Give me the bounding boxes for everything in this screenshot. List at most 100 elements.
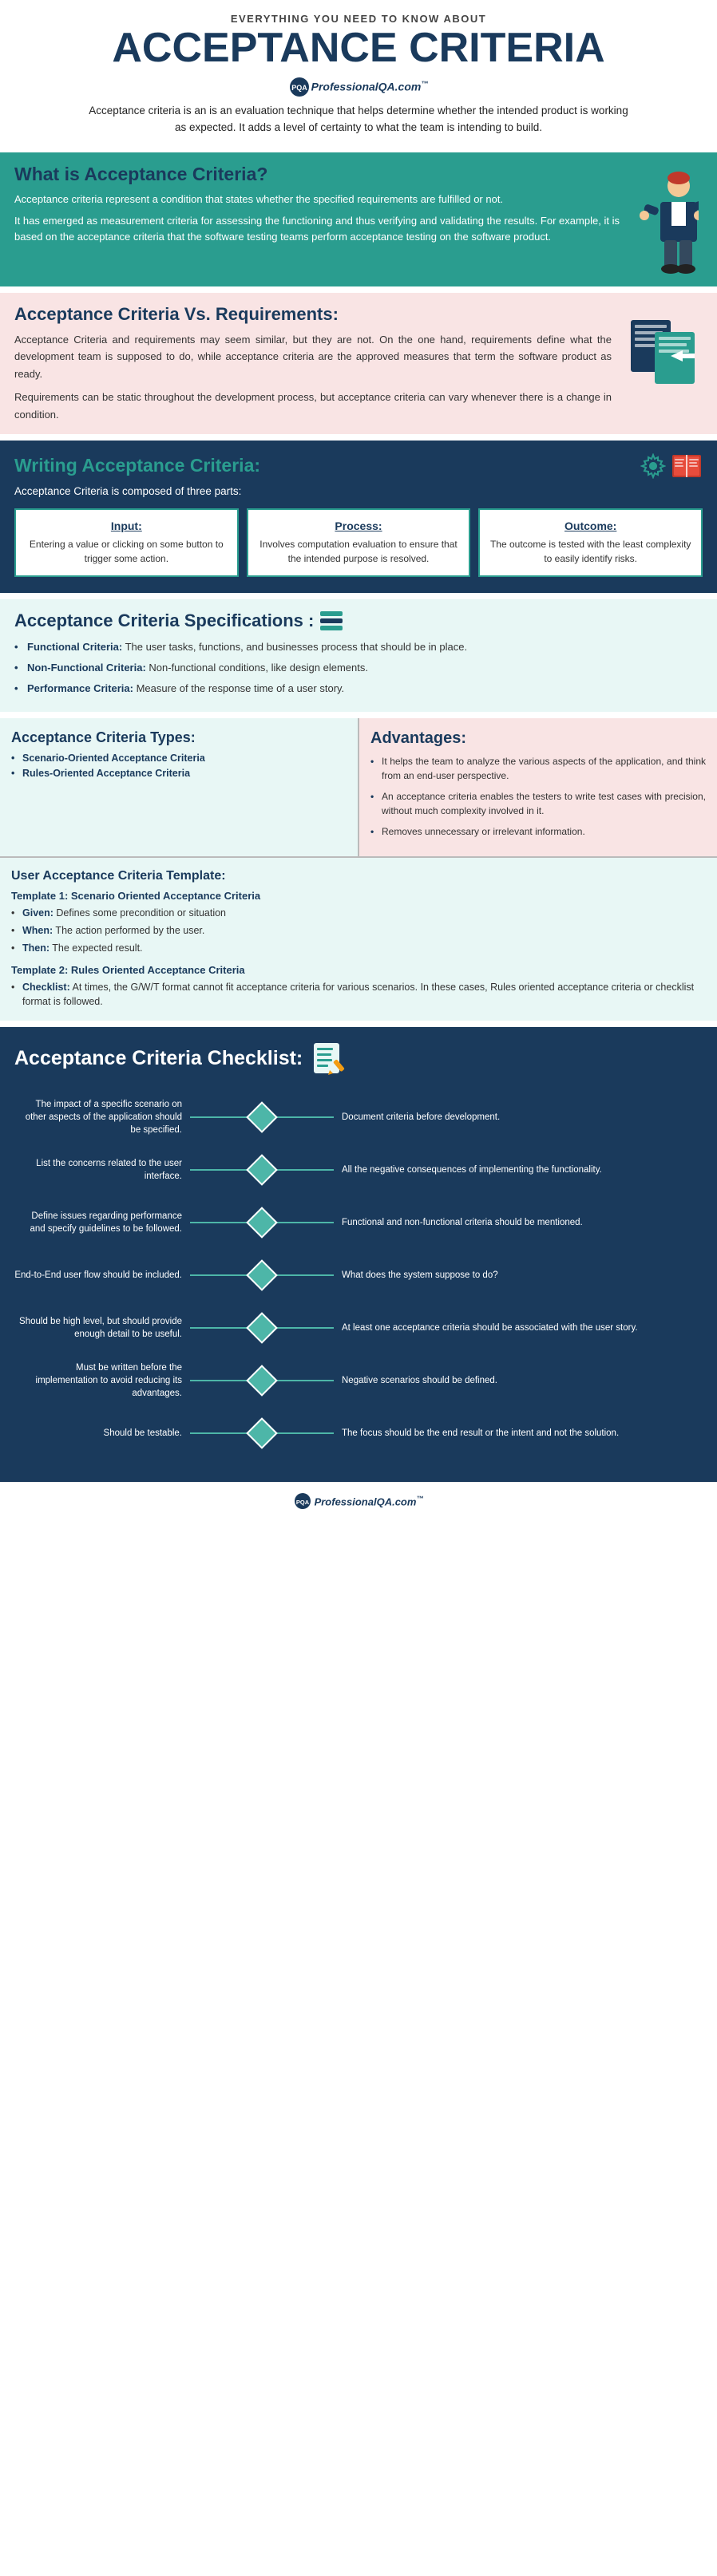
svg-text:PQA: PQA bbox=[291, 84, 307, 92]
specs-section: Acceptance Criteria Specifications : • F… bbox=[0, 599, 717, 712]
advantages-list: • It helps the team to analyze the vario… bbox=[370, 754, 706, 839]
writing-cols: Input: Entering a value or clicking on s… bbox=[14, 508, 703, 577]
vs-image bbox=[623, 304, 703, 396]
cl-mid-7 bbox=[190, 1422, 334, 1444]
cl-left-4: End-to-End user flow should be included. bbox=[14, 1269, 190, 1282]
input-col-title: Input: bbox=[24, 520, 229, 532]
checklist-row-7: Should be testable. The focus should be … bbox=[14, 1407, 703, 1460]
template-section: User Acceptance Criteria Template: Templ… bbox=[0, 856, 717, 1021]
specs-list: • Functional Criteria: The user tasks, f… bbox=[14, 639, 703, 697]
header-subtitle: EVERYTHING YOU NEED TO KNOW ABOUT bbox=[40, 13, 677, 25]
diamond-3 bbox=[246, 1207, 278, 1239]
cl-mid-2 bbox=[190, 1159, 334, 1181]
cl-right-3: Functional and non-functional criteria s… bbox=[334, 1216, 703, 1229]
cl-left-1: The impact of a specific scenario on oth… bbox=[14, 1098, 190, 1136]
writing-heading: Writing Acceptance Criteria: bbox=[14, 455, 260, 476]
process-col: Process: Involves computation evaluation… bbox=[247, 508, 471, 577]
checklist-row-6: Must be written before the implementatio… bbox=[14, 1354, 703, 1407]
header-description: Acceptance criteria is an is an evaluati… bbox=[87, 102, 630, 136]
cl-right-6: Negative scenarios should be defined. bbox=[334, 1374, 703, 1387]
cl-left-7: Should be testable. bbox=[14, 1427, 190, 1440]
specs-header: Acceptance Criteria Specifications : bbox=[14, 610, 703, 631]
types-list: • Scenario-Oriented Acceptance Criteria … bbox=[11, 753, 347, 779]
checklist-icon bbox=[311, 1040, 347, 1077]
cl-mid-5 bbox=[190, 1317, 334, 1339]
cl-left-6: Must be written before the implementatio… bbox=[14, 1361, 190, 1400]
template1-item-1: • Given: Defines some precondition or si… bbox=[11, 906, 706, 921]
vs-heading: Acceptance Criteria Vs. Requirements: bbox=[14, 304, 612, 325]
footer-section: PQA ProfessionalQA.com™ bbox=[0, 1482, 717, 1519]
checklist-row-5: Should be high level, but should provide… bbox=[14, 1302, 703, 1354]
vs-section: Acceptance Criteria Vs. Requirements: Ac… bbox=[0, 293, 717, 434]
cl-right-1: Document criteria before development. bbox=[334, 1111, 703, 1124]
specs-item-1: • Functional Criteria: The user tasks, f… bbox=[14, 639, 703, 656]
checklist-row-1: The impact of a specific scenario on oth… bbox=[14, 1091, 703, 1144]
specs-heading: Acceptance Criteria Specifications : bbox=[14, 610, 314, 631]
adv-item-1: • It helps the team to analyze the vario… bbox=[370, 754, 706, 783]
template2-title: Template 2: Rules Oriented Acceptance Cr… bbox=[11, 964, 706, 976]
writing-subtext: Acceptance Criteria is composed of three… bbox=[14, 485, 703, 497]
diamond-1 bbox=[246, 1101, 278, 1133]
outcome-col-text: The outcome is tested with the least com… bbox=[488, 537, 693, 566]
adv-item-2: • An acceptance criteria enables the tes… bbox=[370, 789, 706, 818]
cl-left-2: List the concerns related to the user in… bbox=[14, 1157, 190, 1183]
footer-logo-icon: PQA bbox=[294, 1492, 311, 1510]
diamond-2 bbox=[246, 1154, 278, 1186]
diamond-5 bbox=[246, 1312, 278, 1344]
brand-logo-icon: PQA bbox=[289, 77, 310, 97]
book-icon bbox=[671, 452, 703, 480]
types-adv-row: Acceptance Criteria Types: • Scenario-Or… bbox=[0, 718, 717, 856]
cl-right-7: The focus should be the end result or th… bbox=[334, 1427, 703, 1440]
checklist-header: Acceptance Criteria Checklist: bbox=[14, 1040, 703, 1077]
what-section: What is Acceptance Criteria? Acceptance … bbox=[0, 152, 717, 286]
template1-title: Template 1: Scenario Oriented Acceptance… bbox=[11, 890, 706, 902]
template1-list: • Given: Defines some precondition or si… bbox=[11, 906, 706, 955]
checklist-row-3: Define issues regarding performance and … bbox=[14, 1196, 703, 1249]
specs-item-3: • Performance Criteria: Measure of the r… bbox=[14, 681, 703, 697]
advantages-col: Advantages: • It helps the team to analy… bbox=[359, 718, 717, 856]
types-heading: Acceptance Criteria Types: bbox=[11, 729, 347, 746]
cl-mid-1 bbox=[190, 1106, 334, 1128]
what-heading: What is Acceptance Criteria? bbox=[14, 164, 620, 185]
header-section: EVERYTHING YOU NEED TO KNOW ABOUT ACCEPT… bbox=[0, 0, 717, 144]
cl-mid-3 bbox=[190, 1211, 334, 1234]
person-illustration bbox=[635, 172, 699, 275]
outcome-col: Outcome: The outcome is tested with the … bbox=[478, 508, 703, 577]
diamond-6 bbox=[246, 1365, 278, 1397]
cl-right-5: At least one acceptance criteria should … bbox=[334, 1322, 703, 1334]
cl-right-4: What does the system suppose to do? bbox=[334, 1269, 703, 1282]
svg-text:PQA: PQA bbox=[295, 1499, 309, 1506]
specs-icon bbox=[320, 611, 343, 630]
types-adv-wrapper: Acceptance Criteria Types: • Scenario-Or… bbox=[0, 718, 717, 1021]
cl-right-2: All the negative consequences of impleme… bbox=[334, 1164, 703, 1176]
writing-section: Writing Acceptance Criteria: Accept bbox=[0, 441, 717, 593]
types-col: Acceptance Criteria Types: • Scenario-Or… bbox=[0, 718, 359, 856]
vs-text2: Requirements can be static throughout th… bbox=[14, 389, 612, 423]
brand-logo-text: ProfessionalQA.com™ bbox=[311, 80, 429, 93]
cl-mid-4 bbox=[190, 1264, 334, 1286]
brand-logo: PQA ProfessionalQA.com™ bbox=[40, 77, 677, 97]
diamond-7 bbox=[246, 1417, 278, 1449]
outcome-col-title: Outcome: bbox=[488, 520, 693, 532]
adv-item-3: • Removes unnecessary or irrelevant info… bbox=[370, 824, 706, 839]
input-col: Input: Entering a value or clicking on s… bbox=[14, 508, 239, 577]
checklist-section: Acceptance Criteria Checklist: The impac… bbox=[0, 1027, 717, 1482]
template-heading: User Acceptance Criteria Template: bbox=[11, 869, 706, 883]
what-text2: It has emerged as measurement criteria f… bbox=[14, 213, 620, 247]
template2-text: • Checklist: At times, the G/W/T format … bbox=[11, 980, 706, 1010]
process-col-text: Involves computation evaluation to ensur… bbox=[256, 537, 461, 566]
checklist-row-2: List the concerns related to the user in… bbox=[14, 1144, 703, 1196]
vs-text1: Acceptance Criteria and requirements may… bbox=[14, 331, 612, 382]
diamond-4 bbox=[246, 1259, 278, 1291]
footer-brand-text: ProfessionalQA.com™ bbox=[315, 1495, 424, 1507]
what-content: What is Acceptance Criteria? Acceptance … bbox=[14, 164, 620, 246]
writing-icons bbox=[640, 452, 703, 480]
vs-illustration bbox=[627, 312, 699, 392]
types-item-2: • Rules-Oriented Acceptance Criteria bbox=[11, 768, 347, 779]
specs-item-2: • Non-Functional Criteria: Non-functiona… bbox=[14, 660, 703, 677]
types-item-1: • Scenario-Oriented Acceptance Criteria bbox=[11, 753, 347, 764]
what-image bbox=[631, 164, 703, 275]
checklist-heading: Acceptance Criteria Checklist: bbox=[14, 1047, 303, 1070]
checklist-rows: The impact of a specific scenario on oth… bbox=[14, 1091, 703, 1460]
writing-header-row: Writing Acceptance Criteria: bbox=[14, 452, 703, 480]
